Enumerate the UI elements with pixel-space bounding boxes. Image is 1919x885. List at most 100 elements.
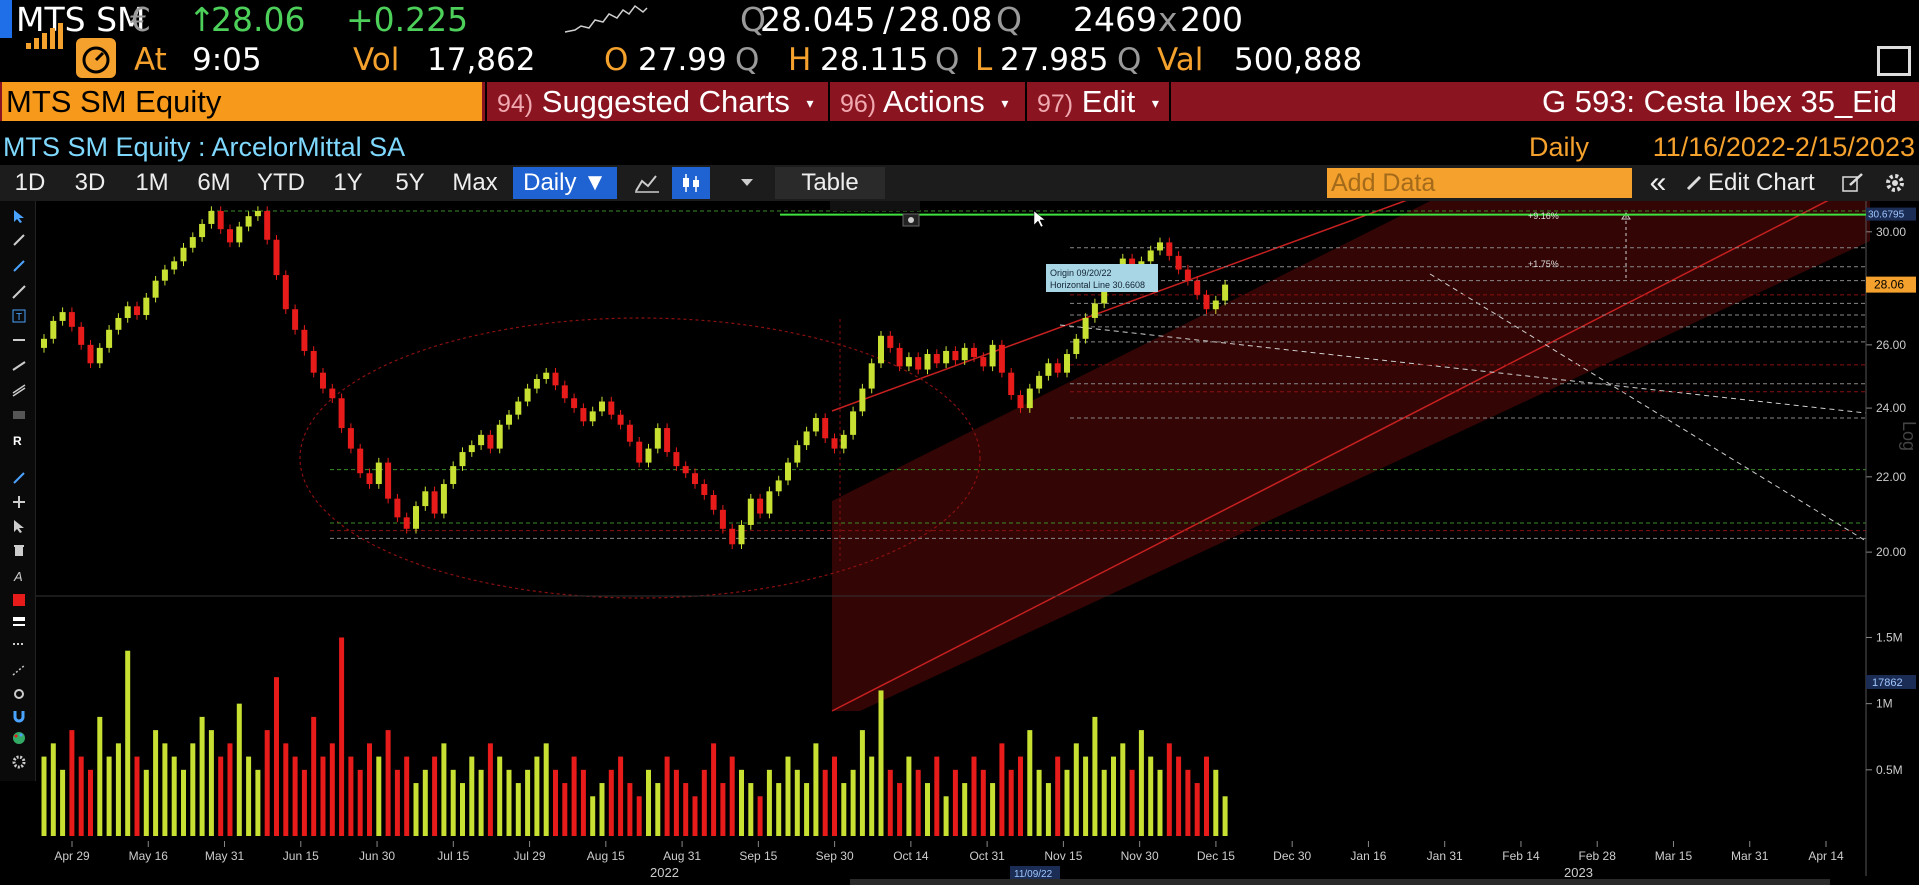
- annotation-origin: Origin 09/20/22: [1050, 268, 1112, 278]
- candle-body: [227, 229, 233, 243]
- candle-body: [440, 484, 447, 514]
- ask-price: 28.08: [898, 0, 993, 39]
- volume-bar: [580, 769, 586, 836]
- period-ytd[interactable]: YTD: [248, 167, 314, 199]
- volume-bar: [385, 730, 391, 836]
- date-range[interactable]: 11/16/2022-2/15/2023: [1653, 130, 1915, 164]
- dropdown-arrow-icon[interactable]: [728, 167, 766, 199]
- bid-size: 2469: [1073, 0, 1157, 39]
- period-max[interactable]: Max: [444, 167, 506, 199]
- volume-bar: [274, 677, 279, 836]
- collapse-button[interactable]: «: [1640, 167, 1676, 199]
- gauge-icon[interactable]: [76, 38, 116, 78]
- volume-bar: [683, 783, 689, 836]
- volume-bar: [1101, 769, 1107, 836]
- actions-menu[interactable]: 96) Actions ▾: [828, 82, 1022, 121]
- volume-bar: [1120, 743, 1126, 836]
- candle-body: [338, 398, 345, 429]
- candle-body: [1045, 363, 1052, 376]
- volume-bar: [171, 756, 177, 836]
- edit-icon[interactable]: [1834, 167, 1872, 199]
- volume-bar: [1138, 730, 1144, 836]
- candle-body: [1008, 372, 1015, 396]
- x-tick-label: Sep 30: [816, 849, 854, 863]
- volume-bar: [553, 769, 558, 836]
- volume-bar: [283, 743, 289, 836]
- candle-body: [450, 466, 457, 485]
- volume-bar: [413, 783, 419, 836]
- candle-body: [282, 275, 289, 310]
- edit-chart-button[interactable]: Edit Chart: [1708, 167, 1818, 199]
- volume-tick-label: 1M: [1876, 697, 1893, 711]
- frequency-label: Daily: [1528, 132, 1589, 162]
- line-chart-icon[interactable]: [628, 167, 666, 199]
- x-tick-label: Feb 28: [1579, 849, 1617, 863]
- volume-bar: [50, 743, 56, 836]
- period-1d[interactable]: 1D: [4, 167, 56, 199]
- candle-body: [775, 480, 782, 492]
- candle-chart-icon[interactable]: [672, 167, 710, 199]
- volume-bar: [832, 756, 837, 836]
- period-6m[interactable]: 6M: [186, 167, 242, 199]
- candle-body: [59, 312, 66, 321]
- bid-ask-separator: /: [883, 0, 895, 39]
- candle-body: [654, 428, 661, 449]
- frequency-dropdown[interactable]: Daily ▼: [513, 167, 617, 199]
- volume-bar: [962, 783, 968, 836]
- volume-bar: [450, 769, 456, 836]
- volume-bar: [887, 769, 893, 836]
- x-tick-label: Sep 15: [739, 849, 777, 863]
- candle-body: [68, 312, 75, 327]
- volume-bar: [469, 756, 475, 836]
- high-suffix: Q: [935, 42, 960, 78]
- price-chart[interactable]: 32.0030.0028.0026.0024.0022.0020.001.5M1…: [0, 201, 1919, 885]
- volume-bar: [525, 769, 531, 836]
- candle-body: [245, 216, 252, 227]
- horizontal-scrollbar[interactable]: [850, 879, 1830, 885]
- period-3d[interactable]: 3D: [62, 167, 118, 199]
- high-label: H: [788, 42, 812, 78]
- candle-body: [887, 335, 894, 348]
- ticker[interactable]: MTS SM: [16, 0, 146, 40]
- candle-body: [478, 434, 485, 446]
- x-tick-label: Aug 31: [663, 849, 701, 863]
- camera-lens: [908, 217, 914, 223]
- net-change: +0.225: [346, 0, 469, 39]
- add-data-input[interactable]: [1327, 168, 1632, 198]
- candle-body: [1064, 354, 1070, 373]
- x-tick-label: Jul 15: [437, 849, 469, 863]
- volume-bar: [320, 756, 326, 836]
- y-tick-label: 30.00: [1876, 225, 1906, 239]
- volume-bar: [460, 783, 465, 836]
- volume-bar: [1213, 769, 1219, 836]
- volume-bar: [1045, 783, 1051, 836]
- period-1m[interactable]: 1M: [124, 167, 180, 199]
- chart-toolbar: 1D 3D 1M 6M YTD 1Y 5Y Max Daily ▼ Table …: [0, 165, 1919, 201]
- volume-bar: [776, 783, 782, 836]
- volume-bar: [618, 756, 624, 836]
- edit-menu[interactable]: 97) Edit ▾: [1025, 82, 1167, 121]
- volume-tick-label: 1.5M: [1876, 630, 1903, 644]
- candle-body: [533, 379, 540, 389]
- security-field[interactable]: MTS SM Equity: [2, 82, 482, 121]
- candle-body: [1017, 395, 1024, 409]
- period-5y[interactable]: 5Y: [382, 167, 438, 199]
- gear-icon[interactable]: [1876, 167, 1914, 199]
- price-chart-canvas[interactable]: 32.0030.0028.0026.0024.0022.0020.001.5M1…: [0, 201, 1919, 885]
- volume-bar: [264, 730, 270, 836]
- chart-mini-toolbar[interactable]: [830, 201, 920, 211]
- volume-bar: [115, 743, 121, 836]
- volume-bar: [729, 756, 735, 836]
- candle-body: [264, 211, 271, 240]
- group-label[interactable]: G 593: Cesta Ibex 35_Eid: [1542, 82, 1897, 121]
- y-tick-label: 22.00: [1876, 470, 1906, 484]
- table-button[interactable]: Table: [775, 167, 885, 199]
- low-value: 27.985: [1000, 42, 1109, 78]
- expand-window-icon[interactable]: [1877, 46, 1911, 76]
- candle-body: [208, 211, 215, 224]
- open-value: 27.99: [638, 42, 727, 78]
- candle-body: [943, 350, 950, 364]
- period-1y[interactable]: 1Y: [320, 167, 376, 199]
- suggested-charts-menu[interactable]: 94) Suggested Charts ▾: [485, 82, 825, 121]
- candle-body: [794, 445, 801, 463]
